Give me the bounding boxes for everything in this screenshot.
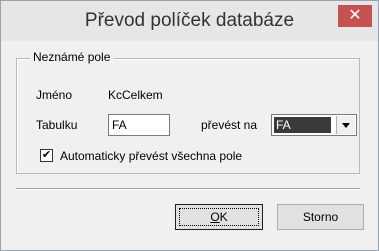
title-bar[interactable]: Převod políček databáze ✕ [1,1,378,41]
name-value: KcCelkem [108,88,163,102]
window-title: Převod políček databáze [84,10,295,31]
close-button[interactable]: ✕ [338,5,372,27]
name-label: Jméno [36,88,73,102]
convert-to-selected-value: FA [274,117,331,133]
convert-to-dropdown[interactable]: FA [271,114,357,136]
separator [16,188,360,190]
table-label: Tabulku [36,118,78,132]
checkmark-icon: ✔ [41,149,52,161]
ok-button[interactable]: OK [175,204,263,230]
chevron-down-icon[interactable] [336,116,355,134]
table-input[interactable]: FA [108,114,170,136]
convert-to-label: převést na [201,118,258,132]
close-icon: ✕ [348,7,362,24]
auto-convert-label[interactable]: Automaticky převést všechna pole [60,149,242,163]
focus-rect [179,208,259,226]
cancel-button[interactable]: Storno [277,204,364,230]
group-legend: Neznámé pole [30,50,114,64]
auto-convert-checkbox[interactable]: ✔ [40,149,53,162]
